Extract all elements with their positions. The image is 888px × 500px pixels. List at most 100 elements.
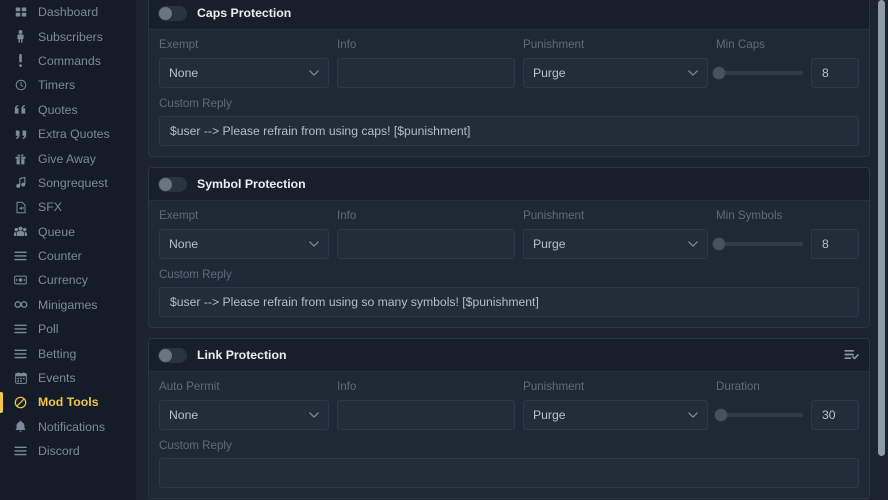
main-scrollbar[interactable] bbox=[877, 0, 886, 500]
slider-value: 8 bbox=[822, 66, 829, 80]
sidebar-item-label: Counter bbox=[38, 249, 82, 264]
slider-value: 30 bbox=[822, 408, 836, 422]
toggle-knob bbox=[159, 177, 172, 191]
sidebar-item-notifications[interactable]: Notifications bbox=[0, 415, 136, 439]
sidebar-item-label: Timers bbox=[38, 78, 76, 93]
slider-value-input[interactable]: 30 bbox=[811, 400, 859, 430]
punishment-select[interactable]: Purge bbox=[523, 400, 708, 430]
sidebar-item-mod-tools[interactable]: Mod Tools bbox=[0, 390, 136, 414]
sidebar-item-label: Give Away bbox=[38, 151, 96, 166]
field-punishment: Punishment Purge bbox=[523, 38, 708, 88]
panel-header-caps-protection: Caps Protection bbox=[149, 0, 869, 30]
list-icon bbox=[12, 324, 29, 334]
slider-wrap: 8 bbox=[712, 58, 859, 88]
chevron-down-icon bbox=[688, 70, 698, 76]
field-info: Info bbox=[337, 209, 515, 259]
slider-value-input[interactable]: 8 bbox=[811, 229, 859, 259]
panel-header-link-protection: Link Protection bbox=[149, 339, 869, 372]
slider-handle[interactable] bbox=[712, 237, 726, 251]
app-root: Dashboard Subscribers Commands Timers Quotes… bbox=[0, 0, 888, 500]
field-exempt: Exempt None bbox=[159, 38, 329, 88]
sidebar-item-subscribers[interactable]: Subscribers bbox=[0, 24, 136, 48]
music-note-icon bbox=[12, 176, 29, 189]
exclamation-icon bbox=[12, 54, 29, 68]
punishment-label: Punishment bbox=[523, 38, 585, 51]
info-input[interactable] bbox=[337, 58, 515, 88]
exempt-select-value: None bbox=[169, 408, 199, 422]
exempt-select[interactable]: None bbox=[159, 58, 329, 88]
custom-reply-label: Custom Reply bbox=[159, 268, 232, 281]
punishment-select[interactable]: Purge bbox=[523, 229, 708, 259]
sidebar-item-counter[interactable]: Counter bbox=[0, 244, 136, 268]
panel-link-protection: Link Protection Auto Permit None Info Punish… bbox=[148, 338, 870, 499]
users-group-icon bbox=[12, 226, 29, 237]
sidebar-item-label: Subscribers bbox=[38, 29, 103, 44]
sidebar-item-give-away[interactable]: Give Away bbox=[0, 146, 136, 170]
sidebar-item-dashboard[interactable]: Dashboard bbox=[0, 0, 136, 24]
exempt-label: Exempt bbox=[159, 38, 199, 51]
sidebar-item-quotes[interactable]: Quotes bbox=[0, 98, 136, 122]
list-check-icon[interactable] bbox=[844, 349, 859, 361]
sidebar-item-events[interactable]: Events bbox=[0, 366, 136, 390]
toggle-link-protection[interactable] bbox=[158, 347, 187, 363]
sidebar-item-timers[interactable]: Timers bbox=[0, 73, 136, 97]
dashboard-icon bbox=[12, 6, 29, 18]
scrollbar-thumb[interactable] bbox=[878, 0, 885, 456]
chevron-down-icon bbox=[309, 412, 319, 418]
info-label: Info bbox=[337, 209, 357, 222]
toggle-symbol-protection[interactable] bbox=[158, 176, 187, 192]
slider-track-area[interactable] bbox=[714, 400, 803, 430]
slider-handle[interactable] bbox=[712, 66, 726, 80]
punishment-label: Punishment bbox=[523, 209, 585, 222]
sidebar-item-label: Songrequest bbox=[38, 175, 108, 190]
slider-track-area[interactable] bbox=[712, 58, 803, 88]
custom-reply-input[interactable]: $user --> Please refrain from using caps… bbox=[159, 116, 859, 146]
custom-reply-label: Custom Reply bbox=[159, 439, 232, 452]
sidebar-item-label: Currency bbox=[38, 273, 88, 288]
sidebar-item-queue[interactable]: Queue bbox=[0, 220, 136, 244]
slider-handle[interactable] bbox=[714, 408, 728, 422]
info-input[interactable] bbox=[337, 229, 515, 259]
punishment-select[interactable]: Purge bbox=[523, 58, 708, 88]
field-info: Info bbox=[337, 380, 515, 430]
slider-value: 8 bbox=[822, 237, 829, 251]
toggle-knob bbox=[159, 348, 172, 362]
field-exempt: Exempt None bbox=[159, 209, 329, 259]
sidebar-item-label: Events bbox=[38, 371, 76, 386]
sidebar-item-poll[interactable]: Poll bbox=[0, 317, 136, 341]
sidebar-item-extra-quotes[interactable]: Extra Quotes bbox=[0, 122, 136, 146]
clock-icon bbox=[12, 79, 29, 91]
sidebar-item-label: Poll bbox=[38, 322, 59, 337]
sidebar-item-commands[interactable]: Commands bbox=[0, 49, 136, 73]
sidebar-item-label: SFX bbox=[38, 200, 62, 215]
sidebar-item-label: Commands bbox=[38, 53, 101, 68]
sidebar-item-label: Quotes bbox=[38, 102, 78, 117]
custom-reply-input[interactable]: $user --> Please refrain from using so m… bbox=[159, 287, 859, 317]
info-input[interactable] bbox=[337, 400, 515, 430]
sidebar-item-sfx[interactable]: SFX bbox=[0, 195, 136, 219]
sidebar-item-betting[interactable]: Betting bbox=[0, 341, 136, 365]
toggle-caps-protection[interactable] bbox=[158, 5, 187, 21]
slider-track-area[interactable] bbox=[712, 229, 803, 259]
punishment-select-value: Purge bbox=[533, 66, 566, 80]
slider-value-input[interactable]: 8 bbox=[811, 58, 859, 88]
sidebar-item-minigames[interactable]: Minigames bbox=[0, 293, 136, 317]
sidebar-item-songrequest[interactable]: Songrequest bbox=[0, 171, 136, 195]
panel-body-caps-protection: Exempt None Info Punishment Purge Min Caps 8 Cu… bbox=[149, 30, 869, 156]
custom-reply-input[interactable] bbox=[159, 458, 859, 488]
field-row: Auto Permit None Info Punishment Purge Durati… bbox=[159, 380, 859, 430]
chevron-down-icon bbox=[688, 241, 698, 247]
sidebar-item-currency[interactable]: Currency bbox=[0, 268, 136, 292]
sidebar-item-discord[interactable]: Discord bbox=[0, 439, 136, 463]
exempt-select[interactable]: None bbox=[159, 229, 329, 259]
slider-label: Duration bbox=[716, 380, 760, 393]
field-punishment: Punishment Purge bbox=[523, 380, 708, 430]
exempt-select[interactable]: None bbox=[159, 400, 329, 430]
sidebar-item-label: Notifications bbox=[38, 419, 105, 434]
sidebar-item-label: Mod Tools bbox=[38, 395, 99, 410]
list-icon bbox=[12, 446, 29, 456]
exempt-select-value: None bbox=[169, 237, 199, 251]
sidebar-item-label: Minigames bbox=[38, 297, 98, 312]
quote-close-icon bbox=[12, 104, 29, 115]
exempt-label: Auto Permit bbox=[159, 380, 220, 393]
